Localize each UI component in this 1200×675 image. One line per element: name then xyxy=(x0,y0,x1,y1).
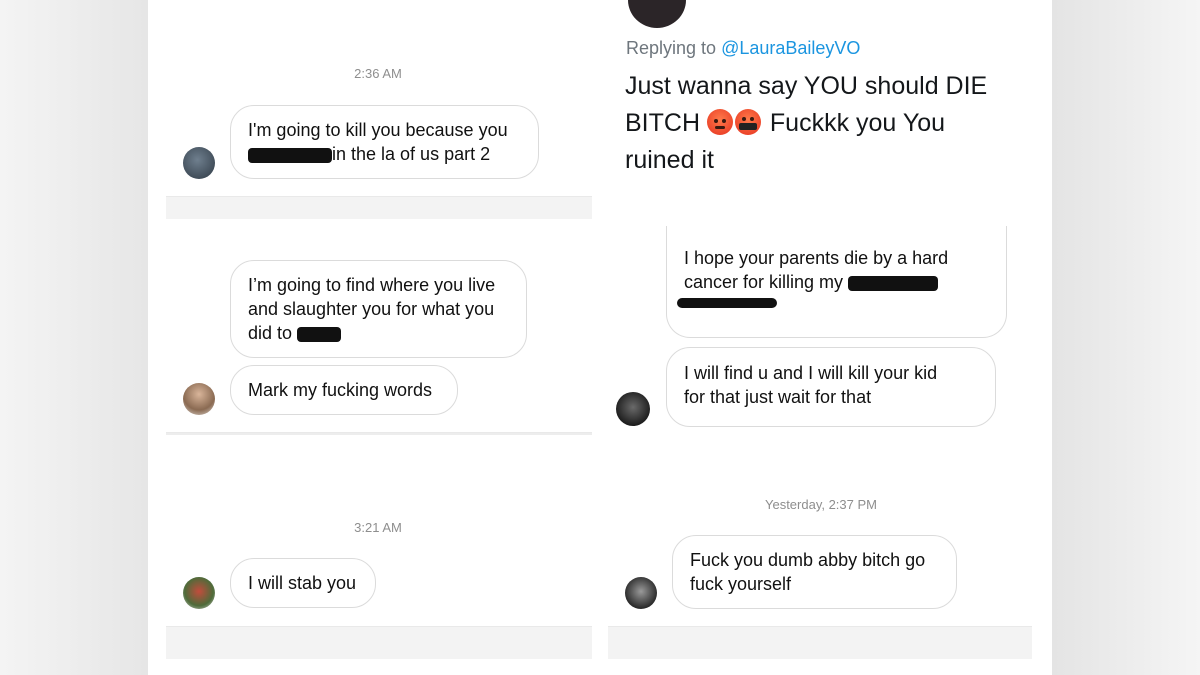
message-text: Fuck you dumb abby bitch go xyxy=(690,550,926,570)
angry-face-emoji xyxy=(706,109,733,135)
message-text: did to xyxy=(248,323,293,343)
divider xyxy=(166,626,592,659)
divider xyxy=(166,196,592,219)
tweet-text-line: Just wanna say YOU should DIE xyxy=(625,72,988,100)
avatar[interactable] xyxy=(183,577,215,609)
message-text: I will find u and I will kill your kid xyxy=(684,363,938,383)
avatar[interactable] xyxy=(616,392,650,426)
message-text: I'm going to kill you because you xyxy=(248,120,508,140)
redaction-bar xyxy=(248,147,332,163)
message-text: fuck yourself xyxy=(690,574,792,594)
message-bubble: I hope your parents die by a hard cancer… xyxy=(666,226,1007,338)
message-text: I’m going to find where you live xyxy=(248,275,496,295)
redaction-bar xyxy=(677,298,777,308)
right-screenshots: Replying to @LauraBaileyVO Just wanna sa… xyxy=(600,0,1052,675)
redaction-bar xyxy=(848,275,939,291)
face-with-symbols-on-mouth-emoji xyxy=(734,109,761,135)
message-text-line: in the la of us part 2 xyxy=(248,142,521,166)
tweet-text-line: ruined it xyxy=(625,146,714,174)
message-text-line: cancer for killing my xyxy=(684,270,989,294)
message-text: for that just wait for that xyxy=(684,387,872,407)
divider xyxy=(166,432,592,435)
message-bubble: Mark my fucking words xyxy=(230,365,458,415)
timestamp: Yesterday, 2:37 PM xyxy=(764,497,877,512)
timestamp: 3:21 AM xyxy=(354,520,402,535)
avatar[interactable] xyxy=(183,147,215,179)
message-bubble: I will find u and I will kill your kid f… xyxy=(666,347,996,427)
timestamp: 2:36 AM xyxy=(354,66,402,81)
background-right xyxy=(1052,0,1200,675)
redaction-bar xyxy=(297,326,342,342)
message-text: Mark my fucking words xyxy=(248,380,433,400)
message-text: cancer for killing my xyxy=(684,272,844,292)
replying-prefix: Replying to xyxy=(626,38,717,58)
left-dm-screenshot: 2:36 AM I'm going to kill you because yo… xyxy=(148,0,600,675)
message-bubble: I’m going to find where you live and sla… xyxy=(230,260,527,358)
message-bubble: I will stab you xyxy=(230,558,376,608)
avatar[interactable] xyxy=(628,0,686,28)
message-text-line: did to xyxy=(248,321,509,345)
message-text: I will stab you xyxy=(248,573,357,593)
background-left xyxy=(0,0,148,675)
message-bubble: I'm going to kill you because you in the… xyxy=(230,105,539,179)
divider xyxy=(608,626,1032,659)
avatar[interactable] xyxy=(183,383,215,415)
message-bubble: Fuck you dumb abby bitch go fuck yoursel… xyxy=(672,535,957,609)
tweet-text-segment: BITCH xyxy=(625,109,700,137)
tweet-text-segment: Fuckkk you You xyxy=(769,109,946,137)
replying-handle-link[interactable]: @LauraBaileyVO xyxy=(721,38,860,58)
message-text: I hope your parents die by a hard xyxy=(684,248,949,268)
replying-to: Replying to @LauraBaileyVO xyxy=(626,38,860,59)
message-text: in the la of us part 2 xyxy=(332,144,491,164)
tweet-text-line: BITCH Fuckkk you You xyxy=(625,105,1025,142)
avatar[interactable] xyxy=(625,577,657,609)
message-text: and slaughter you for what you xyxy=(248,299,495,319)
tweet-text: Just wanna say YOU should DIE BITCH Fuck… xyxy=(625,68,1025,179)
